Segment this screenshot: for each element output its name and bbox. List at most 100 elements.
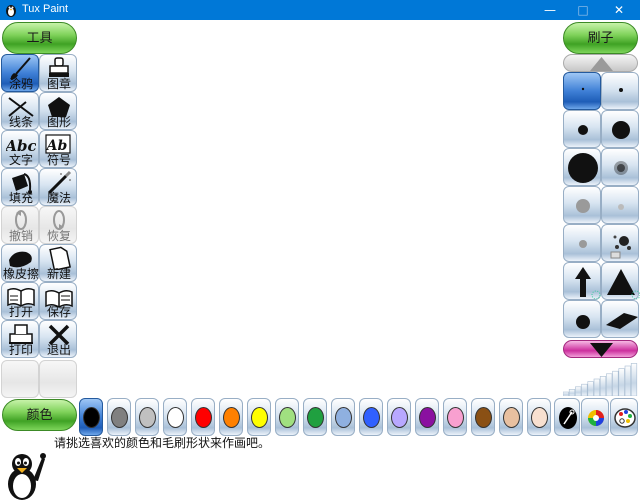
arrow-down-icon [590,343,613,357]
color-tan-button[interactable] [499,398,523,436]
arrow-up-brush-button[interactable] [563,262,601,300]
size-ramp-step [618,368,625,396]
tool-save-book-button[interactable]: 保存 [39,282,77,320]
diamond-brush-button[interactable] [601,300,639,338]
medium-dot-brush-button[interactable] [563,110,601,148]
color-lavender-button[interactable] [387,398,411,436]
empty-tool-slot [1,360,39,398]
size-ramp-step [630,363,638,396]
tool-label: 橡皮擦 [2,267,39,281]
color-swatch [167,407,184,428]
color-purple-button[interactable] [415,398,439,436]
maximize-button[interactable]: □ [568,0,598,20]
tool-label: 图章 [46,77,71,91]
color-swatch [503,407,520,428]
huge-dot-brush-button[interactable] [563,148,601,186]
soft-dot-brush-button[interactable] [563,186,601,224]
eyedropper-icon [559,407,577,429]
tool-label: 涂鸦 [8,77,33,91]
drawing-canvas[interactable] [78,20,562,398]
tool-open-book-button[interactable]: 打开 [1,282,39,320]
color-black-button[interactable] [79,398,103,436]
color-brown-button[interactable] [471,398,495,436]
color-red-button[interactable] [191,398,215,436]
arrow-up-brush-icon [575,267,601,300]
color-white-button[interactable] [163,398,187,436]
brushes-header: 刷子 [563,22,638,54]
size-ramp-step [599,376,607,396]
tool-stamp-button[interactable]: 图章 [39,54,77,92]
faint-dot-brush-icon [618,204,624,210]
triangle-brush-button[interactable] [601,262,640,300]
tiny-dot-brush-button[interactable] [563,72,601,110]
color-swatch [111,407,128,428]
splatter-brush-icon [610,235,631,259]
faint-dot-brush-button[interactable] [601,186,639,224]
tool-magic-wand-button[interactable]: 魔法 [39,168,77,206]
dot-brush-icon [576,315,590,329]
medium-dot-brush-icon [578,125,588,135]
color-picker-button[interactable] [554,398,580,436]
tool-label: 打印 [8,343,33,357]
color-blue-button[interactable] [359,398,383,436]
color-pink-button[interactable] [443,398,467,436]
color-light-green-button[interactable] [275,398,299,436]
color-dark-gray-button[interactable] [107,398,131,436]
color-swatch [475,407,492,428]
color-swatch [335,407,352,428]
tools-header: 工具 [2,22,77,54]
tool-eraser-button[interactable]: 橡皮擦 [1,244,39,282]
color-light-gray-button[interactable] [135,398,159,436]
size-ramp-step [568,389,576,396]
tool-lines-button[interactable]: 线条 [1,92,39,130]
tool-label-button[interactable]: Ab 符号 [39,130,77,168]
color-swatch [307,407,324,428]
fuzzy-dot-brush-button[interactable] [601,148,639,186]
tool-label: 线条 [8,115,33,129]
color-swatch [195,407,212,428]
minimize-button[interactable]: — [535,0,565,20]
tool-pentagon-button[interactable]: 图形 [39,92,77,130]
tiny-dot-brush-icon [581,87,585,91]
brush-scroll-up-button[interactable] [563,54,638,72]
size-ramp-step [606,373,613,396]
splatter-brush-button[interactable] [601,224,639,262]
tool-undo-button: 撤销 [1,206,39,244]
color-sky-blue-button[interactable] [331,398,355,436]
color-swatch [139,407,156,428]
color-beige-button[interactable] [527,398,551,436]
size-ramp-step [581,383,588,396]
color-orange-button[interactable] [219,398,243,436]
color-green-button[interactable] [303,398,327,436]
palette-button[interactable] [610,398,638,436]
close-button[interactable]: ✕ [604,0,634,20]
tool-paint-brush-button[interactable]: 涂鸦 [1,54,39,92]
colors-header: 颜色 [2,399,77,431]
size-ramp-step [563,391,569,396]
triangle-brush-icon [607,269,640,300]
soft-dot-brush-icon [576,199,590,213]
tool-quit-button[interactable]: 退出 [39,320,77,358]
tool-fill-bucket-button[interactable]: 填充 [1,168,39,206]
tool-label: 图形 [46,115,71,129]
tool-label: 打开 [8,305,33,319]
gray-dot-brush-button[interactable] [563,224,601,262]
tux-penguin-icon [8,453,46,500]
large-dot-brush-button[interactable] [601,110,639,148]
color-yellow-button[interactable] [247,398,271,436]
color-swatch [223,407,240,428]
tool-label: 退出 [46,343,71,357]
dot-brush-button[interactable] [563,300,601,338]
tool-redo-button: 恢复 [39,206,77,244]
color-wheel-button[interactable] [581,398,609,436]
brush-size-ramp [563,363,638,396]
small-dot-brush-icon [619,88,623,92]
color-swatch [83,407,100,428]
tool-printer-button[interactable]: 打印 [1,320,39,358]
color-swatch [251,407,268,428]
tool-text-button[interactable]: Abc 文字 [1,130,39,168]
tool-new-file-button[interactable]: 新建 [39,244,77,282]
brush-scroll-down-button[interactable] [563,340,638,358]
tool-label: 撤销 [8,229,33,243]
small-dot-brush-button[interactable] [601,72,639,110]
